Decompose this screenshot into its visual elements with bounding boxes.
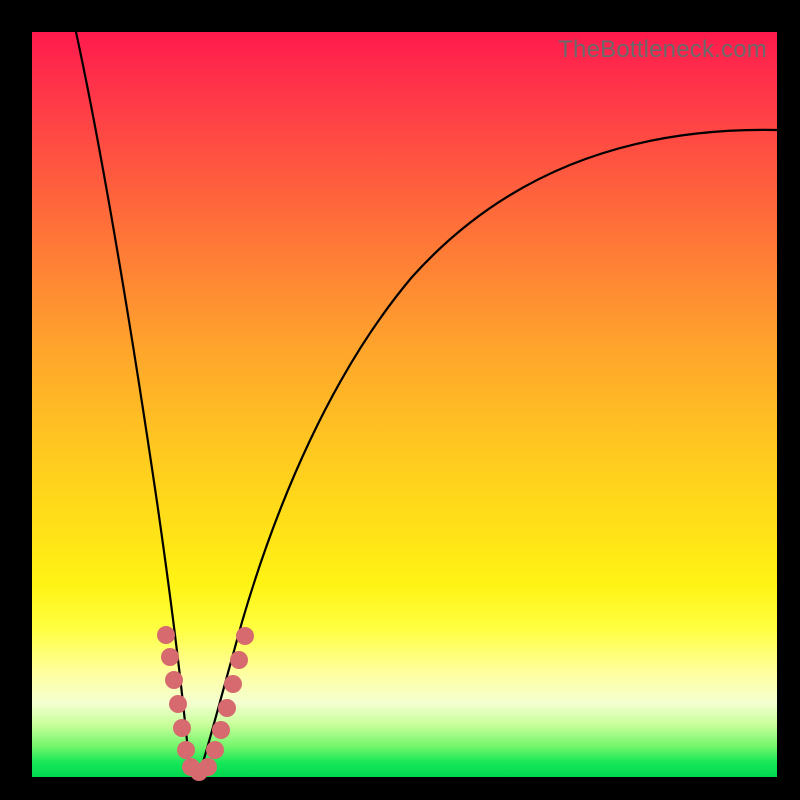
curve-right-branch [198, 130, 777, 777]
chart-frame: TheBottleneck.com [0, 0, 800, 800]
chart-svg [32, 32, 777, 777]
marker-cluster [157, 626, 254, 781]
marker-dot [177, 741, 195, 759]
marker-dot [236, 627, 254, 645]
marker-dot [157, 626, 175, 644]
marker-dot [161, 648, 179, 666]
marker-dot [206, 741, 224, 759]
marker-dot [169, 695, 187, 713]
marker-dot [212, 721, 230, 739]
marker-dot [218, 699, 236, 717]
marker-dot [165, 671, 183, 689]
marker-dot [224, 675, 242, 693]
plot-area: TheBottleneck.com [32, 32, 777, 777]
marker-dot [173, 719, 191, 737]
marker-dot [230, 651, 248, 669]
curve-left-branch [76, 32, 194, 777]
marker-dot [199, 758, 217, 776]
